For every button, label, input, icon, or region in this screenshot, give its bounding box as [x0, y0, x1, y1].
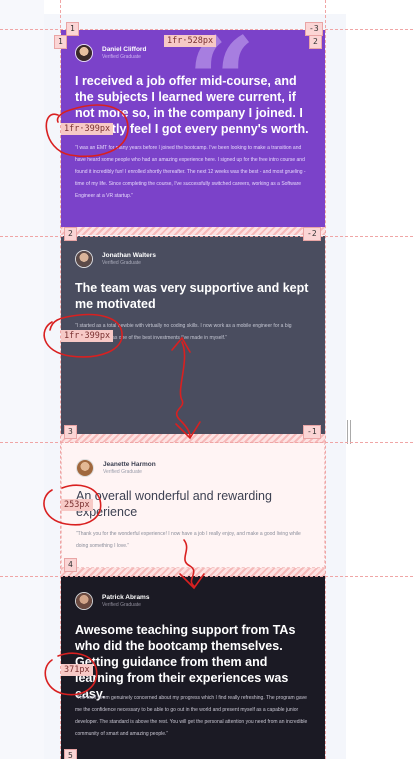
- grid-gap: [61, 568, 325, 576]
- testimonial-card-patrick: Patrick Abrams Verified Graduate Awesome…: [61, 576, 325, 759]
- author-name: Jonathan Walters: [102, 252, 156, 259]
- row-size-label: 253px: [61, 499, 93, 511]
- grid-line-number: -3: [305, 22, 323, 36]
- column-size-label: 1fr·528px: [164, 35, 217, 47]
- testimonial-body: “I was an EMT for many years before I jo…: [75, 145, 306, 199]
- author-role: Verified Graduate: [103, 469, 142, 475]
- grid-line-number: 3: [64, 425, 77, 439]
- grid-line-number: 4: [64, 558, 77, 572]
- testimonial-body: “Thank you for the wonderful experience!…: [76, 531, 301, 549]
- avatar: [75, 44, 93, 62]
- avatar: [76, 459, 94, 477]
- row-size-label: 371px: [61, 664, 93, 676]
- grid-gap: [61, 227, 325, 235]
- resize-handle[interactable]: [347, 420, 351, 444]
- grid-column-line: [60, 0, 61, 759]
- author-name: Patrick Abrams: [102, 594, 150, 601]
- grid-row-line: [0, 442, 413, 443]
- testimonial-body: “The staff seem genuinely concerned abou…: [75, 695, 308, 737]
- author-role: Verified Graduate: [102, 54, 141, 60]
- grid-row-line: [0, 29, 413, 30]
- left-gutter: [0, 0, 44, 759]
- testimonial-headline: An overall wonderful and rewarding exper…: [76, 489, 272, 519]
- author-role: Verified Graduate: [102, 602, 141, 608]
- grid-line-number: -1: [303, 425, 321, 439]
- avatar: [75, 592, 93, 610]
- avatar: [75, 250, 93, 268]
- grid-line-number: 2: [64, 227, 77, 241]
- grid-line-number: -2: [303, 227, 321, 241]
- testimonial-headline: Awesome teaching support from TAs who di…: [75, 623, 296, 701]
- grid-line-number: 2: [309, 35, 322, 49]
- grid-column-line: [325, 0, 326, 759]
- testimonial-card-jeanette: Jeanette Harmon Verified Graduate An ove…: [61, 442, 325, 568]
- grid-row-line: [0, 576, 413, 577]
- right-gutter: [346, 0, 413, 759]
- grid-line-number: 5: [64, 749, 77, 759]
- author-name: Jeanette Harmon: [103, 461, 156, 468]
- row-size-label: 1fr·399px: [61, 330, 114, 342]
- grid-row-line: [0, 236, 413, 237]
- author-role: Verified Graduate: [102, 260, 141, 266]
- grid-line-number: 1: [66, 22, 79, 36]
- grid-line-number: 1: [54, 35, 67, 49]
- grid-gap: [61, 434, 325, 442]
- author-name: Daniel Clifford: [102, 46, 147, 53]
- testimonial-headline: The team was very supportive and kept me…: [75, 281, 309, 311]
- row-size-label: 1fr·399px: [61, 123, 114, 135]
